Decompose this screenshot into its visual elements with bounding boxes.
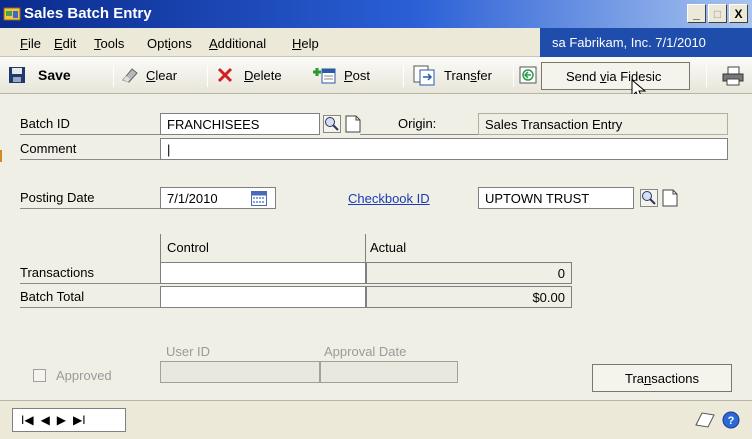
approval-date-field [320, 361, 458, 383]
svg-text:?: ? [728, 415, 735, 427]
actual-header: Actual [370, 240, 407, 255]
batch-total-actual: $0.00 [366, 286, 572, 308]
clear-button[interactable]: Clear [120, 57, 177, 93]
maximize-button[interactable]: □ [708, 4, 727, 23]
menu-additional[interactable]: Additional [209, 36, 266, 51]
batch-total-control-field[interactable] [160, 286, 366, 308]
save-icon [9, 67, 25, 83]
company-info: sa Fabrikam, Inc. 7/1/2010 [540, 28, 752, 57]
batch-total-label: Batch Total [20, 286, 160, 308]
save-label: Save [38, 67, 71, 83]
comment-field[interactable]: | [160, 138, 728, 160]
new-note-icon[interactable] [345, 115, 361, 133]
transfer-label: Transfer [444, 67, 492, 83]
checkbook-id-field[interactable]: UPTOWN TRUST [478, 187, 634, 209]
menu-help[interactable]: Help [292, 36, 319, 51]
app-icon [3, 7, 21, 21]
clear-label: Clear [146, 67, 178, 83]
menu-file[interactable]: File [20, 36, 41, 51]
posting-date-label: Posting Date [20, 187, 160, 209]
transactions-control-field[interactable] [160, 262, 366, 284]
delete-icon [217, 67, 233, 83]
delete-label: Delete [244, 67, 282, 83]
post-icon [313, 68, 336, 84]
approved-checkbox[interactable] [33, 369, 46, 382]
transactions-label: Transactions [20, 262, 160, 284]
last-record-button[interactable]: ▶I [73, 413, 86, 427]
transactions-actual: 0 [366, 262, 572, 284]
delete-button[interactable]: Delete [216, 57, 282, 93]
origin-value: Sales Transaction Entry [478, 113, 728, 135]
comment-label: Comment [20, 138, 160, 160]
transfer-icon [413, 65, 435, 86]
form-body: Batch ID FRANCHISEES Origin: Sales Trans… [0, 94, 752, 400]
close-button[interactable]: X [729, 4, 748, 23]
status-bar: I◀ ◀ ▶ ▶I ? [0, 400, 752, 439]
checkbook-lookup-icon[interactable] [640, 189, 658, 207]
fidesic-icon [519, 66, 537, 84]
batch-id-field[interactable]: FRANCHISEES [160, 113, 320, 135]
record-navigation: I◀ ◀ ▶ ▶I [12, 408, 126, 432]
previous-record-button[interactable]: ◀ [41, 413, 50, 427]
menu-edit[interactable]: Edit [54, 36, 76, 51]
first-record-button[interactable]: I◀ [21, 413, 34, 427]
post-label: Post [344, 67, 371, 83]
user-id-label: User ID [166, 344, 211, 359]
transactions-button[interactable]: Transactions [592, 364, 732, 392]
printer-icon[interactable] [722, 66, 744, 86]
window-title: Sales Batch Entry [24, 5, 152, 22]
calendar-icon[interactable] [251, 191, 267, 206]
checkbook-new-icon[interactable] [662, 189, 678, 207]
help-icon[interactable]: ? [722, 411, 740, 429]
minimize-button[interactable]: _ [687, 4, 706, 23]
note-icon[interactable] [694, 411, 716, 429]
approved-label: Approved [56, 368, 112, 383]
checkbook-id-link[interactable]: Checkbook ID [348, 191, 430, 206]
next-record-button[interactable]: ▶ [57, 413, 66, 427]
transfer-button[interactable]: Transfer [412, 57, 492, 93]
menu-tools[interactable]: Tools [94, 36, 124, 51]
approval-date-label: Approval Date [324, 344, 407, 359]
post-button[interactable]: Post [312, 57, 370, 93]
menu-options[interactable]: Options [147, 36, 192, 51]
control-header: Control [167, 240, 209, 255]
title-bar: Sales Batch Entry _ □ X [0, 0, 752, 28]
batch-id-label: Batch ID [20, 113, 160, 135]
eraser-icon [122, 68, 138, 83]
user-id-field [160, 361, 320, 383]
save-button[interactable]: Save [8, 57, 71, 93]
toolbar: Save Clear Delete Post Transfer Send via… [0, 57, 752, 100]
focus-marker [0, 150, 2, 162]
origin-label: Origin: [360, 113, 478, 135]
lookup-icon[interactable] [323, 115, 341, 133]
send-via-fidesic-button[interactable]: Send via Fidesic [541, 62, 690, 90]
